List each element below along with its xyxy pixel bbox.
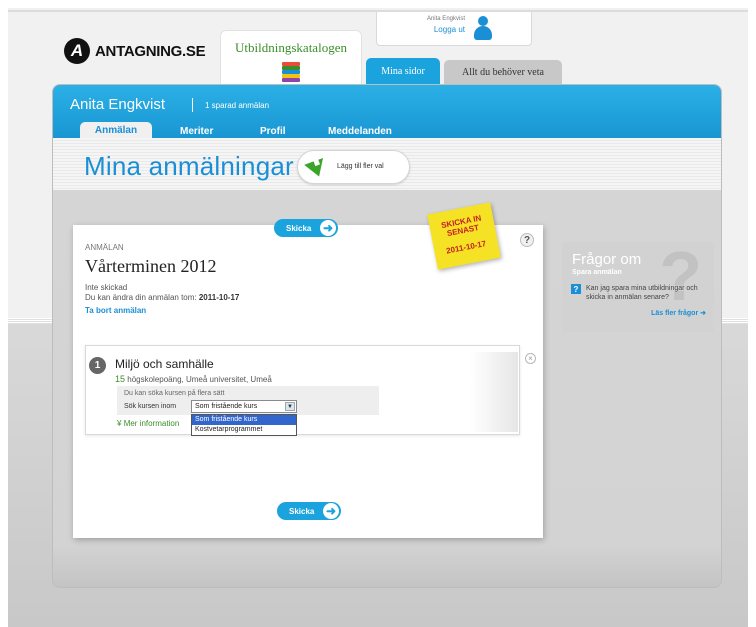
user-name: Anita Engkvist xyxy=(426,16,465,22)
page-title: Mina anmälningar xyxy=(84,151,294,181)
expand-icon: ¥ xyxy=(117,419,122,428)
dropdown-option[interactable]: Kostvetarprogrammet xyxy=(192,425,296,435)
add-choice-label: Lägg till fler val xyxy=(337,163,384,170)
course-points: 15 xyxy=(115,374,126,384)
chevron-down-icon[interactable]: ▼ xyxy=(285,402,295,411)
site-logo[interactable]: A ANTAGNING.SE xyxy=(64,38,206,64)
green-arrow-icon xyxy=(304,158,324,177)
search-within-select[interactable]: Som fristående kurs ▼ xyxy=(191,400,297,413)
close-icon[interactable]: × xyxy=(525,353,536,364)
choice-hint: Du kan söka kursen på flera sätt xyxy=(124,390,225,397)
add-choice-button[interactable]: Lägg till fler val xyxy=(297,150,410,184)
select-value: Som fristående kurs xyxy=(195,403,258,410)
send-button-label: Skicka xyxy=(289,506,315,516)
account-owner-name: Anita Engkvist xyxy=(70,96,166,113)
catalog-tab-label: Utbildningskatalogen xyxy=(235,40,347,55)
tab-meriter[interactable]: Meriter xyxy=(180,126,213,137)
faq-box: ? Frågor om Spara anmälan ? Kan jag spar… xyxy=(562,237,714,332)
logo-mark-icon: A xyxy=(64,38,90,64)
user-box: Anita Engkvist Logga ut xyxy=(376,12,532,46)
tab-anmalan[interactable]: Anmälan xyxy=(80,122,152,138)
search-within-dropdown: Som fristående kurs Kostvetarprogrammet xyxy=(191,414,297,436)
course-number: 1 xyxy=(89,357,106,374)
faq-question-icon: ? xyxy=(571,284,581,294)
remove-application-link[interactable]: Ta bort anmälan xyxy=(85,306,146,315)
logout-link[interactable]: Logga ut xyxy=(434,25,465,34)
course-details: 15 högskolepoäng, Umeå universitet, Umeå xyxy=(115,374,272,384)
dropdown-option[interactable]: Som fristående kurs xyxy=(192,415,296,425)
books-icon xyxy=(282,62,300,82)
application-status: Inte skickad xyxy=(85,283,128,292)
tab-mina-sidor[interactable]: Mina sidor xyxy=(366,58,440,84)
send-button-label: Skicka xyxy=(286,223,312,233)
course-box-shade xyxy=(470,352,518,432)
deadline-label: SKICKA IN SENAST xyxy=(440,213,483,239)
course-name: Miljö och samhälle xyxy=(115,357,214,371)
more-information-link[interactable]: ¥ Mer information xyxy=(117,419,179,428)
deadline-date: 2011-10-17 xyxy=(445,239,487,256)
question-mark-icon: ? xyxy=(659,237,702,315)
user-avatar-icon xyxy=(473,16,493,40)
more-information-label: Mer information xyxy=(123,419,180,428)
faq-more-link[interactable]: Läs fler frågor ➜ xyxy=(651,309,706,317)
application-label: ANMÄLAN xyxy=(85,243,124,252)
faq-title: Frågor om xyxy=(572,251,642,268)
send-button-top[interactable]: Skicka ➜ xyxy=(274,219,338,237)
arrow-right-icon: ➜ xyxy=(700,310,706,317)
arrow-right-icon: ➜ xyxy=(320,220,336,236)
tab-allt-du-behover-veta[interactable]: Allt du behöver veta xyxy=(444,60,562,84)
catalog-tab[interactable]: Utbildningskatalogen xyxy=(220,30,362,84)
saved-count: 1 sparad anmälan xyxy=(205,101,270,110)
search-within-label: Sök kursen inom xyxy=(124,403,177,410)
send-button-bottom[interactable]: Skicka ➜ xyxy=(277,502,341,520)
edit-info-prefix: Du kan ändra din anmälan tom: xyxy=(85,293,197,302)
faq-more-label: Läs fler frågor xyxy=(651,310,699,317)
arrow-right-icon: ➜ xyxy=(323,503,339,519)
faq-question-link[interactable]: Kan jag spara mina utbildningar och skic… xyxy=(586,284,708,302)
logo-text: ANTAGNING.SE xyxy=(95,42,206,60)
help-icon[interactable]: ? xyxy=(520,233,534,247)
faq-subtitle: Spara anmälan xyxy=(572,269,622,276)
course-details-text: högskolepoäng, Umeå universitet, Umeå xyxy=(127,375,272,384)
tab-meddelanden[interactable]: Meddelanden xyxy=(328,126,392,137)
application-edit-info: Du kan ändra din anmälan tom: 2011-10-17 xyxy=(85,293,239,302)
header-separator xyxy=(192,98,193,112)
application-semester: Vårterminen 2012 xyxy=(85,256,217,276)
tab-profil[interactable]: Profil xyxy=(260,126,286,137)
deadline-sticky-note: SKICKA IN SENAST 2011-10-17 xyxy=(427,202,501,270)
edit-info-date: 2011-10-17 xyxy=(198,293,240,302)
